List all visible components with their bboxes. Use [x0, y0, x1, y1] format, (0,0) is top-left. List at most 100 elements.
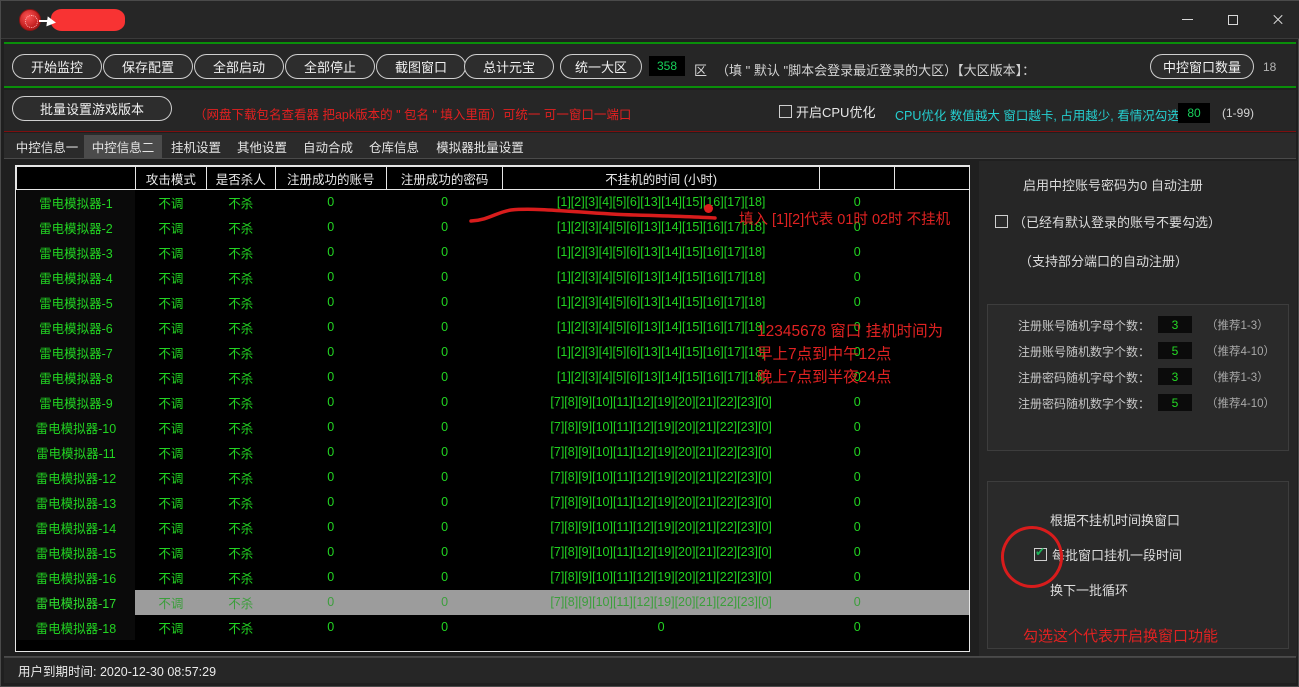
table-row[interactable]: 雷电模拟器-13 不调 不杀 0 0 [7][8][9][10][11][12][19][… [16, 489, 970, 515]
row-password[interactable]: 0 [386, 515, 503, 540]
row-emulator-name[interactable]: 雷电模拟器-11 [16, 439, 136, 465]
batch-set-game-version-button[interactable]: 批量设置游戏版本 [12, 96, 172, 121]
row-password[interactable]: 0 [386, 440, 503, 465]
row-extra-1[interactable]: 0 [819, 240, 895, 265]
row-account[interactable]: 0 [275, 215, 386, 240]
row-attack-mode[interactable]: 不调 [135, 490, 206, 515]
control-window-count-button[interactable]: 中控窗口数量 [1150, 54, 1254, 79]
row-extra-2[interactable] [895, 615, 969, 640]
row-extra-2[interactable] [895, 440, 969, 465]
row-emulator-name[interactable]: 雷电模拟器-1 [16, 189, 136, 215]
row-attack-mode[interactable]: 不调 [135, 265, 206, 290]
row-emulator-name[interactable]: 雷电模拟器-18 [16, 614, 136, 640]
row-kill-flag[interactable]: 不杀 [206, 315, 275, 340]
row-attack-mode[interactable]: 不调 [135, 415, 206, 440]
row-account[interactable]: 0 [275, 540, 386, 565]
row-attack-mode[interactable]: 不调 [135, 565, 206, 590]
row-extra-1[interactable]: 0 [819, 440, 895, 465]
password-letter-count-input[interactable]: 3 [1158, 368, 1192, 385]
row-extra-1[interactable]: 0 [819, 565, 895, 590]
row-account[interactable]: 0 [275, 589, 387, 615]
row-extra-2[interactable] [894, 589, 969, 615]
row-emulator-name[interactable]: 雷电模拟器-9 [16, 389, 136, 415]
row-password[interactable]: 0 [386, 265, 503, 290]
row-attack-mode[interactable]: 不调 [135, 515, 206, 540]
zone-number-input[interactable]: 358 [649, 56, 685, 76]
table-row[interactable]: 雷电模拟器-18 不调 不杀 0 0 0 0 [16, 614, 970, 640]
row-emulator-name[interactable]: 雷电模拟器-5 [16, 289, 136, 315]
row-kill-flag[interactable]: 不杀 [206, 565, 275, 590]
row-emulator-name[interactable]: 雷电模拟器-7 [16, 339, 136, 365]
cpu-value-input[interactable]: 80 [1178, 103, 1210, 123]
table-row[interactable]: 雷电模拟器-5 不调 不杀 0 0 [1][2][3][4][5][6][13][14][… [16, 289, 970, 315]
row-password[interactable]: 0 [386, 215, 503, 240]
row-password[interactable]: 0 [386, 190, 503, 215]
emulator-table-container[interactable]: 攻击模式 是否杀人 注册成功的账号 注册成功的密码 不挂机的时间 (小时) 雷电… [15, 165, 970, 652]
row-extra-1[interactable]: 0 [819, 465, 895, 490]
row-extra-2[interactable] [895, 290, 969, 315]
tab-control-info-1[interactable]: 中控信息一 [10, 135, 84, 158]
tab-other-settings[interactable]: 其他设置 [230, 135, 294, 158]
row-idle-time[interactable]: [7][8][9][10][11][12][19][20][21][22][23… [503, 440, 820, 465]
table-row[interactable]: 雷电模拟器-10 不调 不杀 0 0 [7][8][9][10][11][12][19][… [16, 414, 970, 440]
row-idle-time[interactable]: [7][8][9][10][11][12][19][20][21][22][23… [503, 390, 820, 415]
col-header-name[interactable] [16, 166, 136, 190]
row-kill-flag[interactable]: 不杀 [206, 240, 275, 265]
row-account[interactable]: 0 [275, 440, 386, 465]
row-emulator-name[interactable]: 雷电模拟器-14 [16, 514, 136, 540]
row-password[interactable]: 0 [386, 589, 503, 615]
row-kill-flag[interactable]: 不杀 [206, 390, 275, 415]
col-header-extra-2[interactable] [894, 166, 969, 190]
unify-zone-button[interactable]: 统一大区 [560, 54, 642, 79]
col-header-account[interactable]: 注册成功的账号 [274, 166, 387, 190]
row-attack-mode[interactable]: 不调 [135, 340, 206, 365]
row-account[interactable]: 0 [275, 565, 386, 590]
row-kill-flag[interactable]: 不杀 [206, 440, 275, 465]
row-emulator-name[interactable]: 雷电模拟器-16 [16, 564, 136, 590]
table-row[interactable]: 雷电模拟器-3 不调 不杀 0 0 [1][2][3][4][5][6][13][14][… [16, 239, 970, 265]
table-row[interactable]: 雷电模拟器-17 不调 不杀 0 0 [7][8][9][10][11][12][19][… [16, 589, 969, 615]
col-header-idle-time[interactable]: 不挂机的时间 (小时) [502, 166, 820, 190]
row-kill-flag[interactable]: 不杀 [206, 465, 275, 490]
row-kill-flag[interactable]: 不杀 [206, 290, 275, 315]
row-emulator-name[interactable]: 雷电模拟器-15 [16, 539, 136, 565]
row-kill-flag[interactable]: 不杀 [206, 515, 275, 540]
row-emulator-name[interactable]: 雷电模拟器-8 [16, 364, 136, 390]
row-extra-2[interactable] [895, 415, 969, 440]
start-monitor-button[interactable]: 开始监控 [12, 54, 102, 79]
row-extra-1[interactable]: 0 [819, 615, 895, 640]
row-idle-time[interactable]: [7][8][9][10][11][12][19][20][21][22][23… [503, 565, 820, 590]
row-account[interactable]: 0 [275, 265, 386, 290]
screenshot-window-button[interactable]: 截图窗口 [376, 54, 466, 79]
row-kill-flag[interactable]: 不杀 [206, 540, 275, 565]
row-extra-1[interactable]: 0 [819, 490, 895, 515]
row-account[interactable]: 0 [275, 365, 386, 390]
row-kill-flag[interactable]: 不杀 [206, 340, 275, 365]
row-account[interactable]: 0 [275, 615, 386, 640]
table-row[interactable]: 雷电模拟器-11 不调 不杀 0 0 [7][8][9][10][11][12][19][… [16, 439, 970, 465]
row-attack-mode[interactable]: 不调 [135, 465, 206, 490]
row-emulator-name[interactable]: 雷电模拟器-2 [16, 214, 136, 240]
row-password[interactable]: 0 [386, 565, 503, 590]
row-extra-2[interactable] [895, 465, 969, 490]
row-extra-2[interactable] [895, 565, 969, 590]
row-kill-flag[interactable]: 不杀 [206, 490, 275, 515]
table-row[interactable]: 雷电模拟器-14 不调 不杀 0 0 [7][8][9][10][11][12][19][… [16, 514, 970, 540]
row-extra-2[interactable] [895, 490, 969, 515]
row-password[interactable]: 0 [386, 390, 503, 415]
col-header-password[interactable]: 注册成功的密码 [385, 166, 504, 190]
row-extra-1[interactable]: 0 [819, 290, 895, 315]
row-emulator-name[interactable]: 雷电模拟器-4 [16, 264, 136, 290]
tab-auto-synthesis[interactable]: 自动合成 [296, 135, 360, 158]
row-account[interactable]: 0 [275, 290, 386, 315]
row-password[interactable]: 0 [386, 415, 503, 440]
total-ingot-button[interactable]: 总计元宝 [464, 54, 554, 79]
row-idle-time[interactable]: [7][8][9][10][11][12][19][20][21][22][23… [503, 490, 820, 515]
tab-emulator-batch-settings[interactable]: 模拟器批量设置 [428, 135, 532, 158]
start-all-button[interactable]: 全部启动 [194, 54, 284, 79]
tab-control-info-2[interactable]: 中控信息二 [84, 135, 162, 158]
row-extra-2[interactable] [895, 340, 969, 365]
row-password[interactable]: 0 [386, 540, 503, 565]
row-attack-mode[interactable]: 不调 [135, 190, 206, 215]
stop-all-button[interactable]: 全部停止 [285, 54, 375, 79]
